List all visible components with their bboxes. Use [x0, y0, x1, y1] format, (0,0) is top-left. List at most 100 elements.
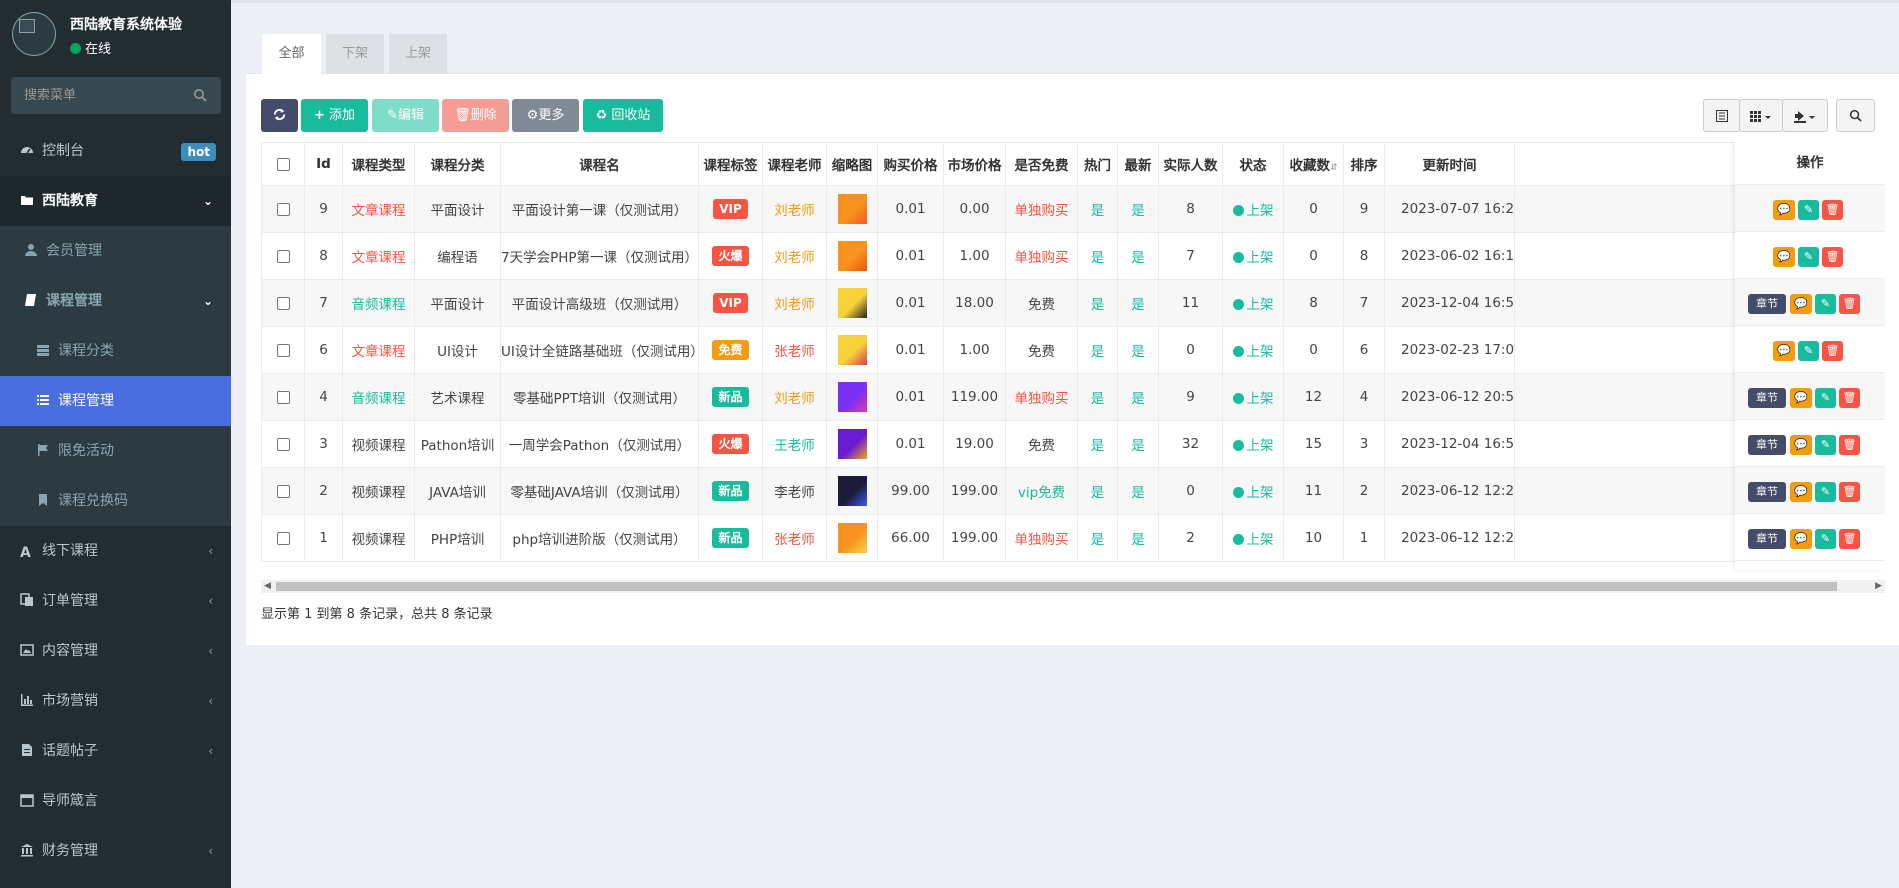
col-free[interactable]: 是否免费 — [1005, 142, 1078, 186]
course-thumbnail[interactable] — [837, 241, 867, 271]
sidebar-item-orders[interactable]: 订单管理 ‹ — [0, 576, 231, 626]
sidebar-item-content[interactable]: 内容管理 ‹ — [0, 626, 231, 676]
sidebar-item-members[interactable]: 会员管理 — [0, 226, 231, 276]
sidebar-item-offline-course[interactable]: A 线下课程 ‹ — [0, 526, 231, 576]
row-checkbox[interactable] — [276, 484, 290, 498]
col-sort[interactable]: 排序 — [1343, 142, 1385, 186]
edit-row-button[interactable]: ✎ — [1815, 294, 1836, 314]
col-category[interactable]: 课程分类 — [414, 142, 501, 186]
comment-button[interactable]: 💬 — [1790, 529, 1812, 549]
avatar[interactable] — [12, 12, 56, 56]
delete-row-button[interactable]: 🗑 — [1822, 247, 1843, 267]
sidebar-item-marketing[interactable]: 市场营销 ‹ — [0, 676, 231, 726]
course-thumbnail[interactable] — [837, 429, 867, 459]
row-checkbox[interactable] — [276, 343, 290, 357]
status-text[interactable]: 上架 — [1247, 532, 1274, 548]
status-text[interactable]: 上架 — [1247, 485, 1274, 501]
course-thumbnail[interactable] — [837, 476, 867, 506]
delete-row-button[interactable]: 🗑 — [1822, 341, 1843, 361]
delete-row-button[interactable]: 🗑 — [1822, 200, 1843, 220]
delete-row-button[interactable]: 🗑 — [1839, 388, 1860, 408]
course-thumbnail[interactable] — [837, 382, 867, 412]
menu-search-input[interactable] — [11, 77, 181, 114]
tab-online[interactable]: 上架 — [389, 34, 447, 74]
recycle-bin-button[interactable]: ♻ 回收站 — [583, 99, 663, 132]
edit-button[interactable]: ✎编辑 — [372, 99, 439, 132]
row-checkbox[interactable] — [276, 202, 290, 216]
delete-row-button[interactable]: 🗑 — [1839, 482, 1860, 502]
comment-button[interactable]: 💬 — [1790, 294, 1812, 314]
search-icon[interactable] — [193, 88, 207, 102]
columns-dropdown[interactable] — [1739, 99, 1783, 132]
col-people[interactable]: 实际人数 — [1158, 142, 1223, 186]
col-name[interactable]: 课程名 — [500, 142, 699, 186]
edit-row-button[interactable]: ✎ — [1815, 529, 1836, 549]
col-hot[interactable]: 热门 — [1077, 142, 1118, 186]
sidebar-item-free-promo[interactable]: 限免活动 — [0, 426, 231, 476]
sidebar-item-course-management[interactable]: 课程管理 — [0, 376, 231, 426]
row-checkbox[interactable] — [276, 437, 290, 451]
col-new[interactable]: 最新 — [1117, 142, 1159, 186]
comment-button[interactable]: 💬 — [1773, 200, 1795, 220]
chapter-button[interactable]: 章节 — [1748, 294, 1786, 314]
tab-all[interactable]: 全部 — [262, 34, 321, 74]
delete-button[interactable]: 🗑删除 — [442, 99, 509, 132]
sidebar-item-course-category[interactable]: 课程分类 — [0, 326, 231, 376]
col-status[interactable]: 状态 — [1222, 142, 1284, 186]
course-thumbnail[interactable] — [837, 523, 867, 553]
status-text[interactable]: 上架 — [1247, 344, 1274, 360]
delete-row-button[interactable]: 🗑 — [1839, 529, 1860, 549]
sidebar-item-topics[interactable]: 话题帖子 ‹ — [0, 726, 231, 776]
row-checkbox[interactable] — [276, 390, 290, 404]
chapter-button[interactable]: 章节 — [1748, 435, 1786, 455]
col-fav[interactable]: 收藏数⇵ — [1283, 142, 1344, 186]
col-thumb[interactable]: 缩略图 — [826, 142, 878, 186]
course-thumbnail[interactable] — [837, 194, 867, 224]
add-button[interactable]: + 添加 — [301, 99, 368, 132]
course-thumbnail[interactable] — [837, 335, 867, 365]
comment-button[interactable]: 💬 — [1790, 435, 1812, 455]
course-thumbnail[interactable] — [837, 288, 867, 318]
col-updated[interactable]: 更新时间 — [1384, 142, 1515, 186]
sidebar-item-redeem-code[interactable]: 课程兑换码 — [0, 476, 231, 526]
row-checkbox[interactable] — [276, 296, 290, 310]
status-text[interactable]: 上架 — [1247, 391, 1274, 407]
select-all-checkbox[interactable] — [276, 157, 290, 171]
status-text[interactable]: 上架 — [1247, 250, 1274, 266]
status-text[interactable]: 上架 — [1247, 438, 1274, 454]
col-tag[interactable]: 课程标签 — [698, 142, 763, 186]
row-checkbox[interactable] — [276, 531, 290, 545]
comment-button[interactable]: 💬 — [1773, 247, 1795, 267]
status-text[interactable]: 上架 — [1247, 297, 1274, 313]
col-teacher[interactable]: 课程老师 — [762, 142, 827, 186]
edit-row-button[interactable]: ✎ — [1815, 388, 1836, 408]
export-dropdown[interactable] — [1782, 99, 1828, 132]
col-market-price[interactable]: 市场价格 — [943, 142, 1006, 186]
toggle-view-button[interactable] — [1703, 99, 1740, 132]
delete-row-button[interactable]: 🗑 — [1839, 435, 1860, 455]
col-id[interactable]: Id — [304, 142, 343, 186]
horizontal-scrollbar[interactable]: ◀ ▶ — [261, 580, 1885, 593]
col-type[interactable]: 课程类型 — [342, 142, 415, 186]
chapter-button[interactable]: 章节 — [1748, 388, 1786, 408]
sidebar-item-mentor-quotes[interactable]: 导师箴言 — [0, 776, 231, 826]
row-checkbox[interactable] — [276, 249, 290, 263]
col-buy-price[interactable]: 购买价格 — [877, 142, 944, 186]
sort-icon[interactable]: ⇵ — [1330, 163, 1338, 173]
edit-row-button[interactable]: ✎ — [1798, 200, 1819, 220]
chapter-button[interactable]: 章节 — [1748, 482, 1786, 502]
delete-row-button[interactable]: 🗑 — [1839, 294, 1860, 314]
scrollbar-thumb[interactable] — [276, 582, 1837, 591]
sidebar-item-xilu-edu[interactable]: 西陆教育 ⌄ — [0, 176, 231, 226]
edit-row-button[interactable]: ✎ — [1815, 435, 1836, 455]
scroll-left-icon[interactable]: ◀ — [264, 580, 271, 593]
scroll-right-icon[interactable]: ▶ — [1875, 580, 1882, 593]
more-button[interactable]: ⚙更多 — [512, 99, 579, 132]
chapter-button[interactable]: 章节 — [1748, 529, 1786, 549]
sidebar-item-finance[interactable]: 财务管理 ‹ — [0, 826, 231, 876]
comment-button[interactable]: 💬 — [1790, 482, 1812, 502]
comment-button[interactable]: 💬 — [1773, 341, 1795, 361]
edit-row-button[interactable]: ✎ — [1798, 247, 1819, 267]
tab-offline[interactable]: 下架 — [326, 34, 384, 74]
comment-button[interactable]: 💬 — [1790, 388, 1812, 408]
